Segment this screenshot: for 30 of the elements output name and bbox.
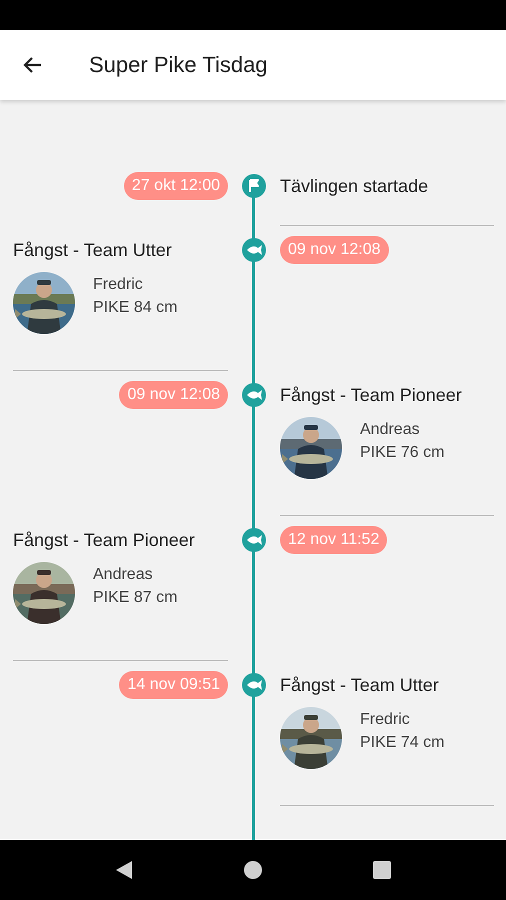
screen-title: Super Pike Tisdag [89, 52, 268, 78]
catch-details: PIKE 74 cm [360, 733, 444, 753]
catch-details: PIKE 84 cm [93, 298, 178, 318]
home-nav-button[interactable] [244, 861, 262, 879]
catch-title: Fångst - Team Utter [280, 674, 440, 697]
flag-icon [242, 174, 266, 198]
recents-square-icon [372, 861, 391, 879]
fish-icon [242, 383, 266, 407]
back-nav-button[interactable] [115, 860, 134, 880]
catch-title: Fångst - Team Utter [13, 239, 173, 262]
catch-title: Fångst - Team Pioneer [280, 384, 463, 407]
fish-icon [242, 528, 266, 552]
home-circle-icon [244, 861, 262, 879]
fish-icon [242, 238, 266, 262]
catch-title: Fångst - Team Pioneer [13, 529, 196, 552]
catch-details: PIKE 87 cm [93, 588, 178, 608]
recents-nav-button[interactable] [372, 861, 391, 879]
angler-name: Andreas [93, 565, 154, 585]
event-text: Tävlingen startade [280, 175, 430, 198]
fish-icon [242, 673, 266, 697]
date-chip: 12 nov 11:52 [280, 526, 388, 554]
catch-details: PIKE 76 cm [360, 443, 444, 463]
angler-name: Andreas [360, 420, 421, 440]
angler-name: Fredric [360, 710, 411, 730]
date-chip: 27 okt 12:00 [124, 172, 228, 200]
angler-name: Fredric [93, 275, 144, 295]
date-chip: 09 nov 12:08 [280, 236, 389, 264]
date-chip: 14 nov 09:51 [119, 671, 228, 699]
back-triangle-icon [115, 860, 134, 880]
date-chip: 09 nov 12:08 [119, 381, 228, 409]
